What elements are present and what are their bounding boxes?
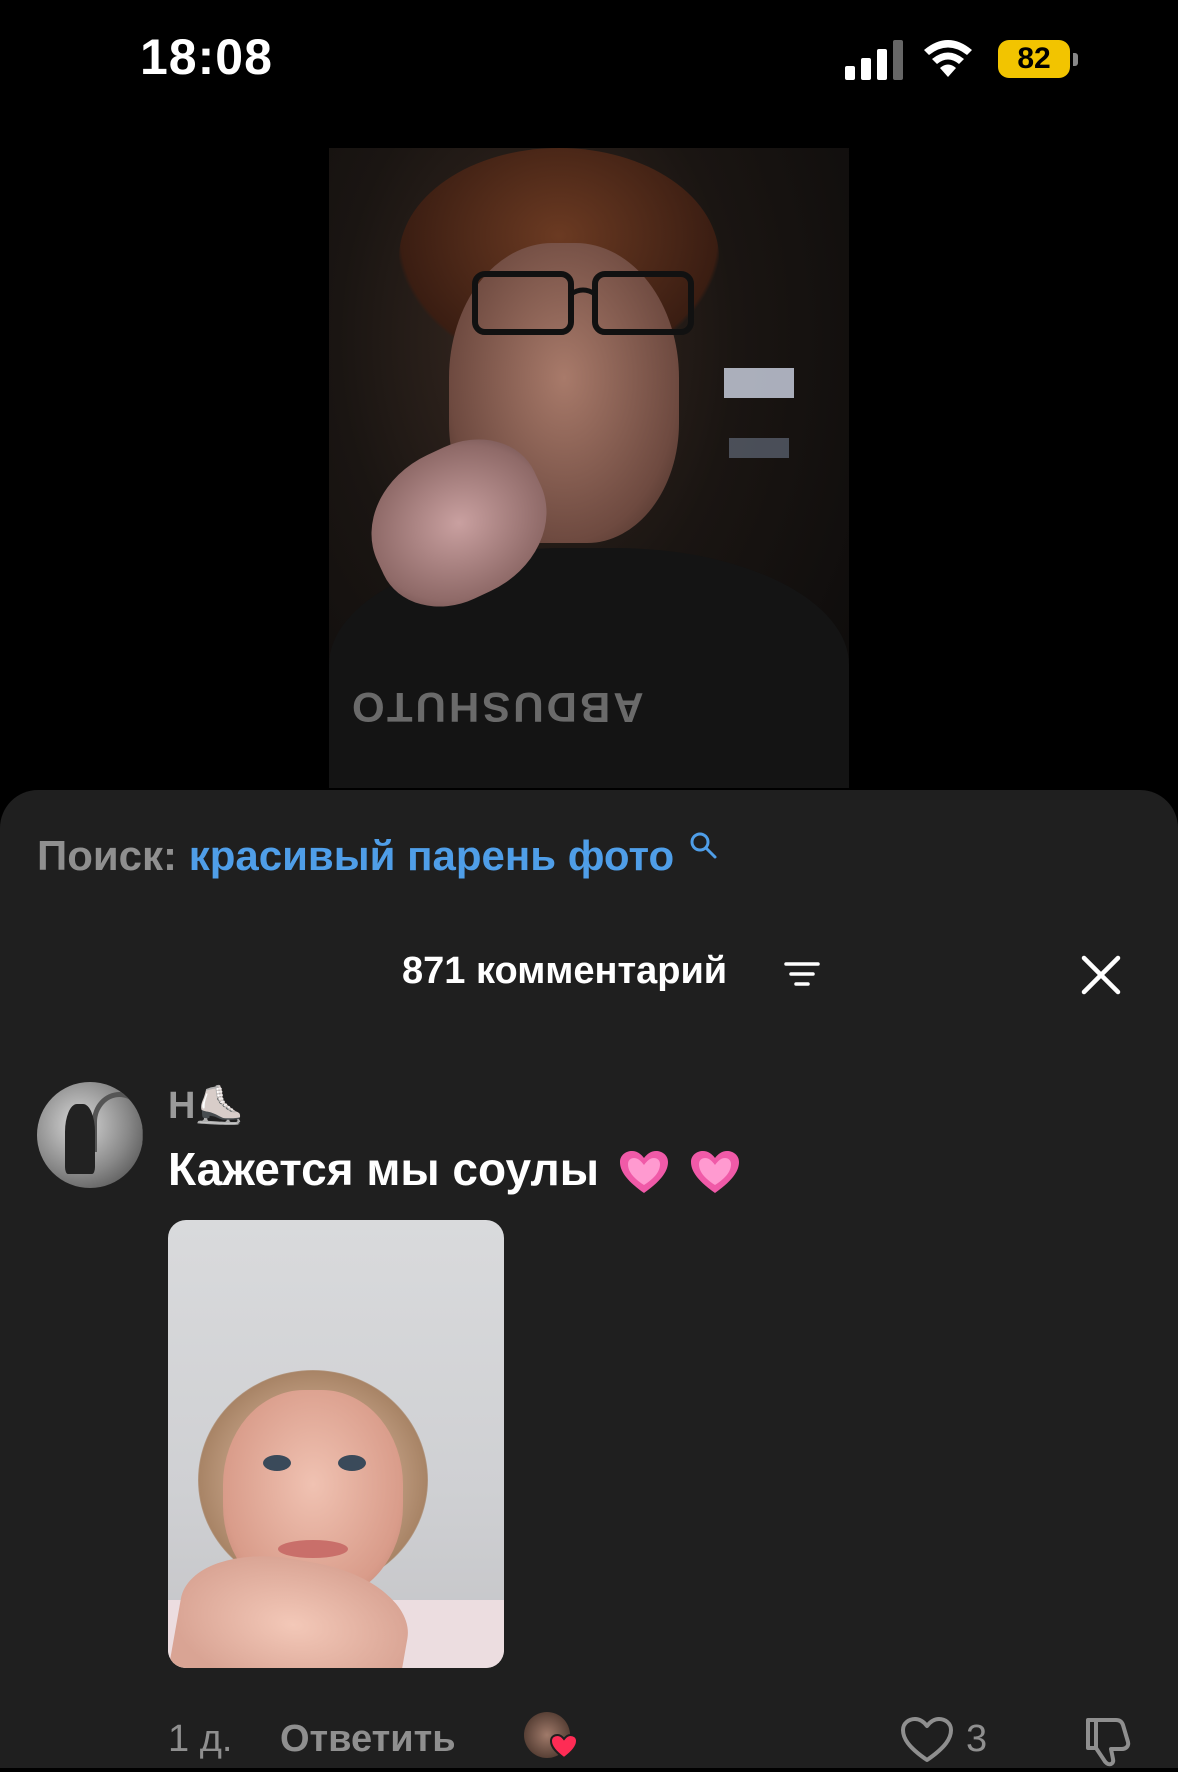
photo-eye xyxy=(338,1455,366,1471)
heart-outline-icon[interactable] xyxy=(900,1716,954,1764)
creator-like-badge xyxy=(524,1712,584,1764)
search-icon xyxy=(690,832,717,859)
related-search[interactable]: Поиск: красивый парень фото xyxy=(37,832,718,880)
comment-time: 1 д. xyxy=(168,1718,233,1760)
comment-text-row: Кажется мы соулы xyxy=(168,1142,741,1197)
comment-photo[interactable] xyxy=(168,1220,504,1668)
reply-button[interactable]: Ответить xyxy=(280,1718,456,1761)
close-icon[interactable] xyxy=(1080,954,1122,996)
wifi-icon xyxy=(924,40,972,77)
pink-heart-icon xyxy=(690,1150,739,1193)
video-player[interactable]: ABDUSHUTO xyxy=(329,148,849,788)
glasses-graphic xyxy=(472,271,694,335)
status-bar: 18:08 82 xyxy=(0,0,1178,120)
like-count: 3 xyxy=(966,1718,988,1760)
signal-icon xyxy=(845,40,903,80)
background-window xyxy=(724,368,794,398)
comment-username[interactable]: Н⛸️ xyxy=(168,1084,243,1128)
battery-icon: 82 xyxy=(998,40,1082,80)
photo-mouth xyxy=(278,1540,348,1558)
comment-text: Кажется мы соулы xyxy=(168,1143,599,1195)
thumbs-down-icon[interactable] xyxy=(1080,1714,1134,1768)
background-window xyxy=(729,438,789,458)
avatar-figure xyxy=(65,1104,95,1174)
comments-header: 871 комментарий xyxy=(0,950,1178,1010)
status-time: 18:08 xyxy=(140,29,273,85)
comment-actions: 1 д. Ответить 3 xyxy=(0,1712,1178,1772)
comments-sheet: Поиск: красивый парень фото 871 коммента… xyxy=(0,790,1178,1768)
pink-heart-icon xyxy=(619,1150,668,1193)
avatar[interactable] xyxy=(37,1082,143,1188)
avatar-arch xyxy=(92,1092,143,1152)
search-query-link[interactable]: красивый парень фото xyxy=(189,832,674,879)
battery-level: 82 xyxy=(1017,42,1051,75)
creator-like-heart-icon xyxy=(550,1734,578,1760)
search-prefix: Поиск: xyxy=(37,832,178,879)
battery-tip xyxy=(1073,53,1078,66)
comments-count-title: 871 комментарий xyxy=(402,950,728,992)
filter-icon[interactable] xyxy=(782,956,822,992)
photo-eye xyxy=(263,1455,291,1471)
hoodie-print: ABDUSHUTO xyxy=(349,684,644,731)
